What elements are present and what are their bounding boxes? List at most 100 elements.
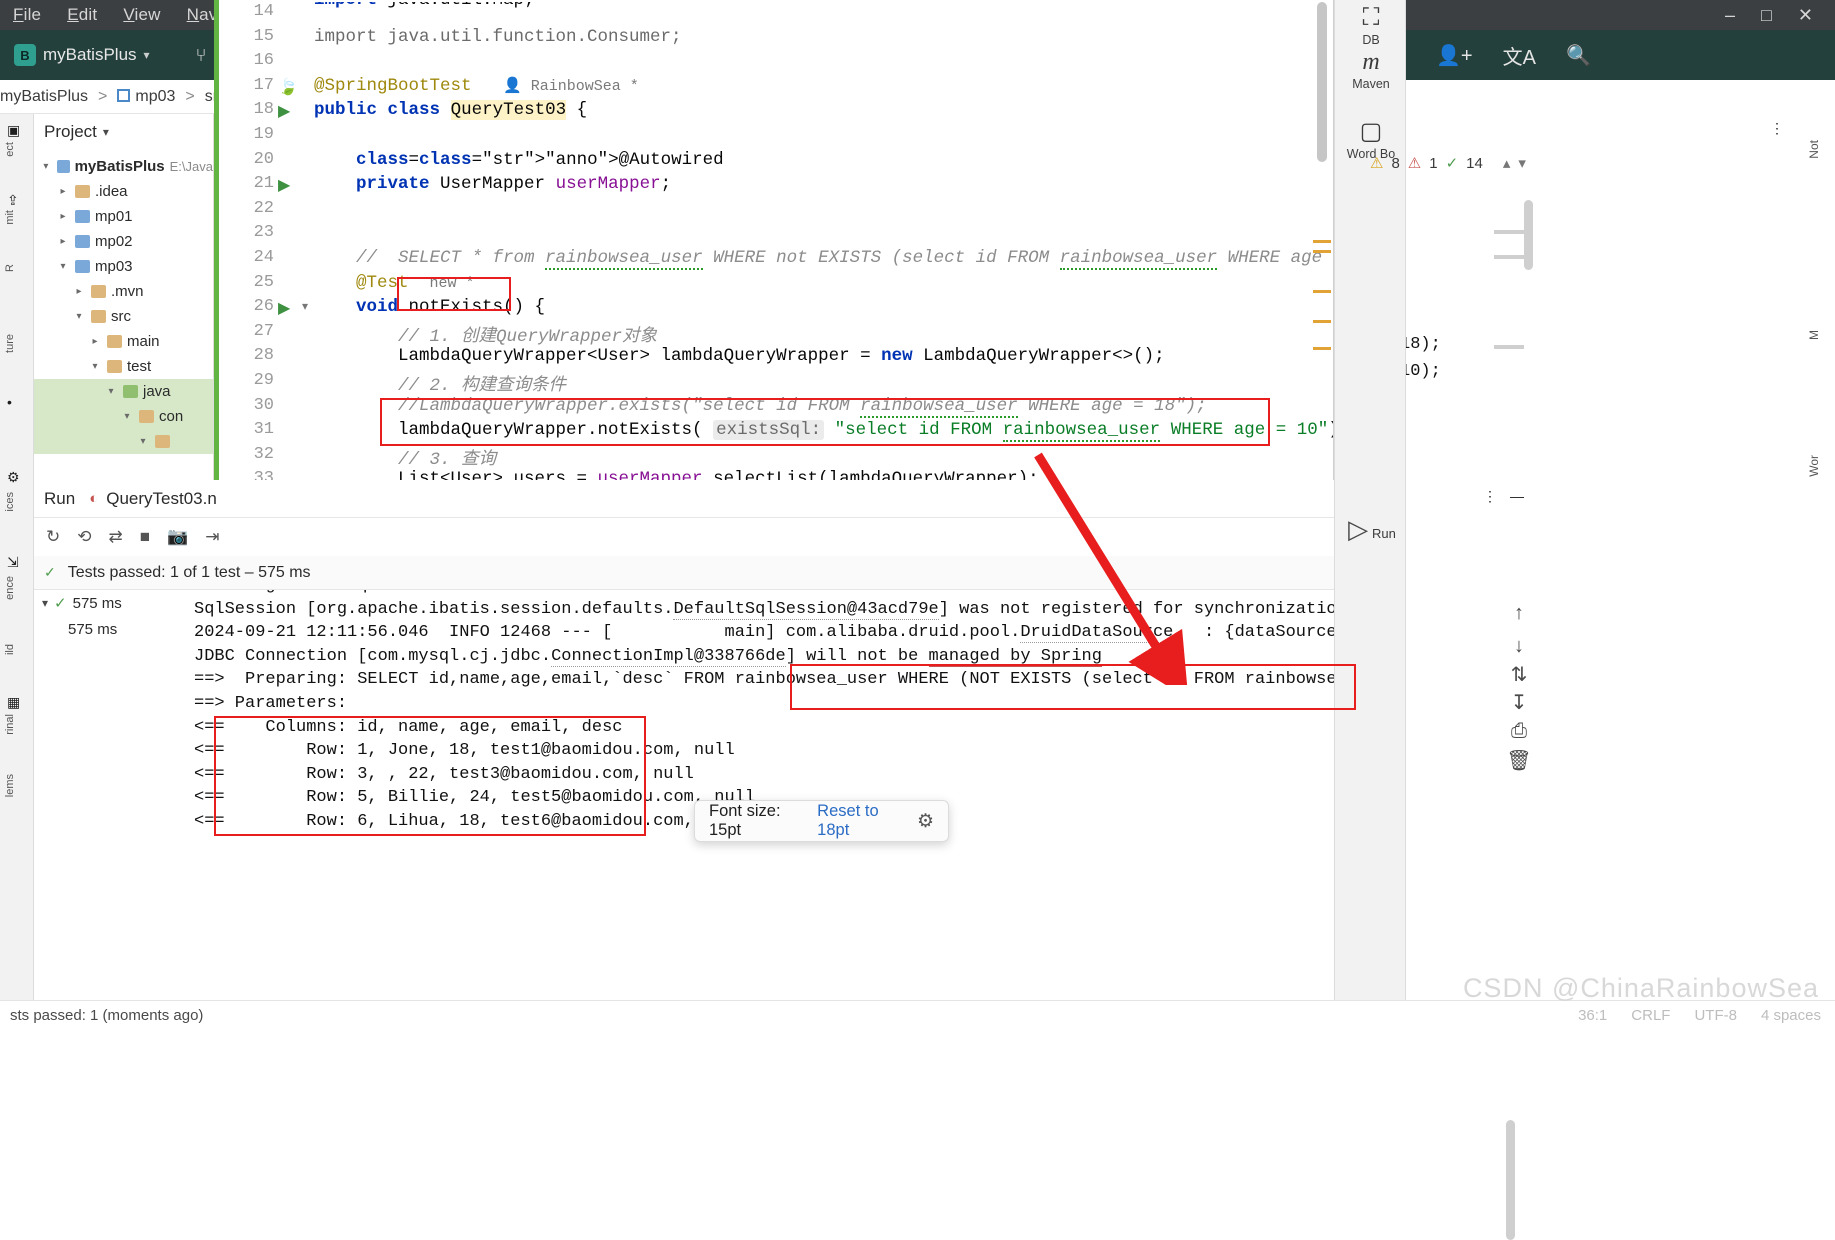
chevron-right-icon[interactable]: ▸ bbox=[88, 336, 102, 347]
chevron-down-icon[interactable]: ▾ bbox=[56, 261, 70, 272]
menu-item-edit[interactable]: Edit bbox=[54, 0, 110, 30]
breadcrumb-item-0[interactable]: myBatisPlus bbox=[0, 88, 92, 106]
translate-icon[interactable]: 文A bbox=[1503, 41, 1536, 70]
chevron-right-icon[interactable]: ▸ bbox=[56, 211, 70, 222]
services-tool-icon[interactable]: ⚙ bbox=[7, 469, 26, 488]
editor-code-line[interactable]: // 3. 查询 bbox=[314, 445, 496, 470]
chevron-down-icon[interactable]: ▾ bbox=[40, 161, 52, 172]
left-strip-label-7[interactable]: rinal bbox=[4, 714, 30, 735]
project-tree-item[interactable]: ▾ src bbox=[34, 304, 213, 329]
editor-code-line[interactable]: void notExists() { bbox=[314, 297, 545, 317]
left-strip-label-0[interactable]: ect bbox=[4, 142, 30, 157]
project-tree-item[interactable]: ▾ con bbox=[34, 404, 213, 429]
console-vertical-scrollbar[interactable] bbox=[1506, 1120, 1515, 1240]
file-encoding[interactable]: UTF-8 bbox=[1694, 1007, 1737, 1024]
menu-item-file[interactable]: FFileile bbox=[0, 0, 54, 30]
chevron-right-icon[interactable]: ▸ bbox=[56, 186, 70, 197]
breadcrumb-item-1[interactable]: mp03 bbox=[113, 88, 179, 106]
editor-code-line[interactable]: @SpringBootTest 👤 RainbowSea * bbox=[314, 76, 639, 96]
left-strip-label-4[interactable]: ices bbox=[4, 492, 30, 512]
chevron-right-icon[interactable]: ▸ bbox=[72, 286, 86, 297]
maximize-button[interactable]: □ bbox=[1761, 5, 1772, 26]
test-tree-row[interactable]: 575 ms bbox=[34, 616, 184, 642]
project-tree-item[interactable]: ▸ .mvn bbox=[34, 279, 213, 304]
inspection-summary[interactable]: ⚠ 8 ⚠ 1 ✓ 14 ▴ ▾ bbox=[1370, 150, 1620, 176]
left-strip-label-1[interactable]: mit bbox=[4, 210, 30, 225]
search-everywhere-icon[interactable]: 🔍 bbox=[1566, 43, 1591, 68]
project-tool-icon[interactable]: ▣ bbox=[7, 122, 26, 141]
spring-bean-icon[interactable]: ▶ bbox=[278, 175, 298, 195]
left-strip-label-6[interactable]: ild bbox=[4, 644, 30, 655]
project-tree-item[interactable]: ▾ bbox=[34, 429, 213, 454]
editor-code-line[interactable]: class=class="str">"anno">@Autowired bbox=[314, 150, 724, 170]
right-edge-label-m[interactable]: M bbox=[1807, 330, 1833, 340]
editor-code-line[interactable]: // SELECT * from rainbowsea_user WHERE n… bbox=[314, 248, 1333, 270]
chevron-down-icon[interactable]: ▾ bbox=[136, 436, 150, 447]
right-scrollbar[interactable] bbox=[1524, 200, 1533, 270]
editor-code-line[interactable]: import java.util.function.Consumer; bbox=[314, 27, 682, 47]
rerun-icon[interactable]: ↻ bbox=[46, 527, 60, 547]
more-options-icon[interactable]: ⋮ bbox=[1483, 488, 1497, 505]
project-tree-item[interactable]: ▸ mp01 bbox=[34, 204, 213, 229]
scroll-down-icon[interactable]: ↓ bbox=[1504, 635, 1534, 658]
right-edge-label-wor[interactable]: Wor bbox=[1807, 455, 1833, 477]
left-strip-label-8[interactable]: lems bbox=[4, 774, 30, 797]
more-options-icon[interactable]: ⋮ bbox=[1770, 120, 1784, 137]
close-button[interactable]: ✕ bbox=[1798, 5, 1813, 26]
indent-setting[interactable]: 4 spaces bbox=[1761, 1007, 1821, 1024]
test-results-tree[interactable]: ▾ ✓ 575 ms 575 ms bbox=[34, 590, 184, 1030]
left-strip-label-3[interactable]: ture bbox=[4, 334, 30, 353]
soft-wrap-icon[interactable]: ⇅ bbox=[1504, 662, 1534, 687]
project-tree-item[interactable]: ▸ main bbox=[34, 329, 213, 354]
project-selector[interactable]: B myBatisPlus ▾ bbox=[0, 44, 164, 66]
project-tree-item[interactable]: ▾ mp03 bbox=[34, 254, 213, 279]
print-icon[interactable]: ⎙ bbox=[1504, 720, 1534, 743]
run-test-icon[interactable]: ▶ bbox=[278, 298, 298, 318]
scroll-to-end-icon[interactable]: ↧ bbox=[1504, 690, 1534, 715]
test-tree-row[interactable]: ▾ ✓ 575 ms bbox=[34, 590, 184, 616]
maven-tool-button[interactable]: m Maven bbox=[1335, 48, 1407, 91]
run-test-icon[interactable]: ▶ bbox=[278, 101, 298, 121]
chevron-down-icon[interactable]: ▾ bbox=[120, 411, 134, 422]
editor-code-line[interactable]: import java.util.Map; bbox=[314, 2, 535, 10]
chevron-down-icon[interactable]: ▾ bbox=[88, 361, 102, 372]
toggle-auto-test-icon[interactable]: ⇄ bbox=[109, 527, 123, 547]
delete-icon[interactable]: 🗑 bbox=[1504, 748, 1534, 773]
editor-code-line[interactable]: //LambdaQueryWrapper.exists("select id F… bbox=[314, 395, 1207, 418]
caret-position[interactable]: 36:1 bbox=[1578, 1007, 1607, 1024]
minimize-button[interactable]: – bbox=[1725, 5, 1735, 26]
project-tree-item[interactable]: ▸ mp02 bbox=[34, 229, 213, 254]
chevron-down-icon[interactable]: ▾ bbox=[103, 125, 109, 139]
editor-code-line[interactable]: @Test new * bbox=[314, 273, 475, 293]
editor-code-line[interactable]: // 1. 创建QueryWrapper对象 bbox=[314, 322, 657, 347]
editor-code-line[interactable]: private UserMapper userMapper; bbox=[314, 174, 671, 194]
export-icon[interactable]: ⇥ bbox=[205, 527, 219, 547]
chevron-down-icon[interactable]: ▾ bbox=[1518, 154, 1526, 172]
stop-icon[interactable]: ■ bbox=[140, 527, 150, 547]
run-tab[interactable]: ◐ QueryTest03.n bbox=[89, 489, 217, 509]
chevron-down-icon[interactable]: ▾ bbox=[104, 386, 118, 397]
project-tree[interactable]: ▾ myBatisPlus E:\Java ▸ .idea ▸ mp01 ▸ mp02 ▾ mp0… bbox=[34, 150, 213, 454]
editor-vertical-scrollbar[interactable] bbox=[1317, 2, 1327, 162]
chevron-up-icon[interactable]: ▴ bbox=[1503, 154, 1511, 172]
db-tool-button[interactable]: ⛶ DB bbox=[1335, 4, 1407, 47]
font-size-popup[interactable]: Font size: 15pt Reset to 18pt ⚙ bbox=[694, 800, 949, 842]
share-user-icon[interactable]: 👤+ bbox=[1436, 43, 1473, 68]
rerun-failed-icon[interactable]: ⟲ bbox=[77, 527, 91, 547]
gear-icon[interactable]: ⚙ bbox=[917, 810, 934, 833]
editor-code-line[interactable]: lambdaQueryWrapper.notExists( existsSql:… bbox=[314, 420, 1333, 443]
project-tree-item[interactable]: ▾ java bbox=[34, 379, 213, 404]
project-tree-item[interactable]: ▸ .idea bbox=[34, 179, 213, 204]
left-strip-label-5[interactable]: ence bbox=[4, 576, 30, 600]
editor-code-line[interactable]: // 2. 构建查询条件 bbox=[314, 371, 566, 396]
screenshot-icon[interactable]: 📷 bbox=[167, 527, 188, 547]
notifications-label[interactable]: Not bbox=[1807, 140, 1833, 159]
project-tree-item[interactable]: ▾ myBatisPlus E:\Java bbox=[34, 154, 213, 179]
editor-code-line[interactable]: public class QueryTest03 { bbox=[314, 100, 587, 121]
line-separator[interactable]: CRLF bbox=[1631, 1007, 1670, 1024]
terminal-tool-icon[interactable]: ▦ bbox=[7, 694, 26, 713]
menu-item-view[interactable]: View bbox=[110, 0, 173, 30]
hide-window-icon[interactable]: — bbox=[1510, 488, 1524, 504]
reset-font-size-link[interactable]: Reset to 18pt bbox=[817, 802, 899, 840]
scroll-up-icon[interactable]: ↑ bbox=[1504, 602, 1534, 625]
